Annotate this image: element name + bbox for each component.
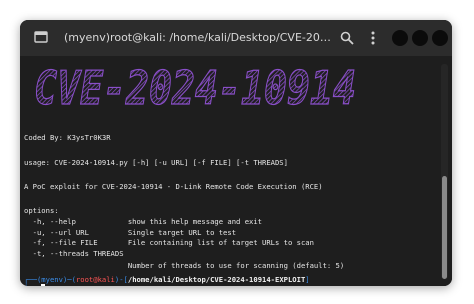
terminal-line-threads-desc: Number of threads to use for scanning (d…: [24, 261, 345, 270]
terminal-line-usage: usage: CVE-2024-10914.py [-h] [-u URL] […: [24, 158, 288, 167]
title-bar[interactable]: (myenv)root@kali: /home/kali/Desktop/CVE…: [20, 20, 452, 56]
terminal-line-description: A PoC exploit for CVE-2024-10914 - D-Lin…: [24, 182, 323, 191]
terminal-window: (myenv)root@kali: /home/kali/Desktop/CVE…: [20, 20, 452, 286]
prompt-char: #: [33, 284, 37, 286]
ascii-banner: CVE-2024-10914: [33, 60, 356, 112]
scrollbar-thumb[interactable]: [442, 176, 447, 279]
search-icon[interactable]: [340, 31, 354, 45]
prompt-user: root: [75, 275, 94, 284]
prompt-path: /home/kali/Desktop/CVE-2024-10914-EXPLOI…: [127, 275, 306, 284]
terminal-line-options-header: options:: [24, 206, 59, 215]
terminal-line-url: -u, --url URL Single target URL to test: [24, 228, 237, 237]
shell-prompt-line1: ┌──(myenv)─(root@kali)-[/home/kali/Deskt…: [24, 275, 310, 284]
banner-text: CVE-2024-10914: [34, 61, 356, 112]
text-cursor: [41, 284, 46, 286]
close-icon[interactable]: [432, 30, 448, 46]
terminal-output[interactable]: CVE-2024-10914 Coded By: K3ysTr0K3R usag…: [20, 56, 452, 286]
window-title: (myenv)root@kali: /home/kali/Desktop/CVE…: [64, 31, 334, 44]
terminal-line-help: -h, --help show this help message and ex…: [24, 217, 262, 226]
minimize-icon[interactable]: [392, 30, 408, 46]
kebab-menu-icon[interactable]: [371, 30, 375, 46]
terminal-line-file: -f, --file FILE File containing list of …: [24, 238, 314, 247]
terminal-line-credit: Coded By: K3ysTr0K3R: [24, 133, 111, 142]
terminal-line-threads: -t, --threads THREADS: [24, 249, 124, 258]
prompt-env: (myenv): [36, 275, 68, 284]
prompt-host: kali: [97, 275, 115, 284]
terminal-icon[interactable]: [34, 31, 48, 43]
maximize-icon[interactable]: [412, 30, 428, 46]
shell-prompt-line2[interactable]: └─#: [24, 284, 46, 286]
